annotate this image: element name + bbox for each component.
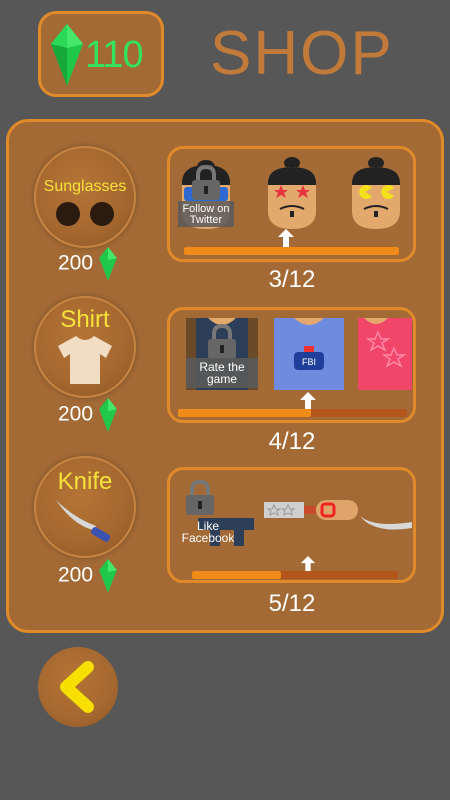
item-carousel-sunglasses[interactable]: Follow on Twitter [167, 146, 416, 262]
locked-item[interactable]: Like Facebook [178, 480, 254, 550]
pacman-sunglasses-item[interactable] [344, 155, 408, 231]
arrow-up-icon [278, 229, 294, 247]
price-value: 200 [58, 563, 94, 587]
item-carousel-knife[interactable]: Like Facebook [167, 467, 416, 583]
category-label: Knife [57, 468, 113, 495]
svg-text:FBI: FBI [302, 357, 316, 367]
star-knife-item[interactable] [262, 496, 362, 526]
shirt-icon [58, 336, 112, 384]
pink-star-shirt-item[interactable] [358, 318, 412, 390]
lock-requirement-text: Rate the game [199, 360, 245, 386]
green-gem-icon [99, 247, 117, 281]
sunglasses-icon [56, 202, 114, 226]
price-value: 200 [58, 402, 94, 426]
category-button-sunglasses[interactable]: Sunglasses [34, 146, 136, 248]
progress-track [184, 247, 399, 255]
locked-item[interactable]: Rate the game [186, 318, 258, 390]
category-button-shirt[interactable]: Shirt [34, 296, 136, 398]
chevron-left-icon [60, 661, 94, 713]
price-value: 200 [58, 251, 94, 275]
lock-icon [186, 480, 214, 515]
lock-requirement-text: Follow on Twitter [182, 203, 230, 226]
price-knife: 200 [58, 559, 117, 593]
green-gem-icon [99, 398, 117, 432]
back-button[interactable] [38, 647, 118, 727]
green-gem-icon [51, 24, 83, 86]
currency-display: 110 [38, 11, 164, 97]
star-sunglasses-item[interactable] [260, 155, 324, 231]
unlock-count: 3/12 [268, 266, 316, 293]
page-title: SHOP [210, 19, 394, 88]
category-label: Shirt [60, 306, 110, 333]
lock-icon [192, 165, 220, 200]
fbi-shirt-item[interactable]: FBI [274, 318, 344, 390]
progress-fill [184, 247, 399, 255]
lock-requirement-text: Like Facebook [181, 519, 235, 545]
lock-icon [208, 324, 236, 359]
curved-blade-item[interactable] [360, 514, 412, 534]
price-shirt: 200 [58, 398, 117, 432]
unlock-count: 4/12 [268, 428, 316, 455]
progress-track [178, 409, 407, 417]
unlock-count: 5/12 [268, 590, 316, 617]
green-gem-icon [99, 559, 117, 593]
progress-fill [178, 409, 311, 417]
currency-amount: 110 [85, 34, 144, 76]
item-carousel-shirt[interactable]: Rate the game FBI [167, 307, 416, 423]
price-sunglasses: 200 [58, 247, 117, 281]
category-label: Sunglasses [43, 178, 127, 195]
knife-icon [56, 500, 111, 542]
progress-fill [192, 571, 281, 579]
arrow-up-icon [300, 556, 316, 572]
category-button-knife[interactable]: Knife [34, 456, 136, 558]
progress-track [192, 571, 398, 579]
locked-item[interactable]: Follow on Twitter [176, 155, 236, 231]
arrow-up-icon [300, 392, 316, 410]
